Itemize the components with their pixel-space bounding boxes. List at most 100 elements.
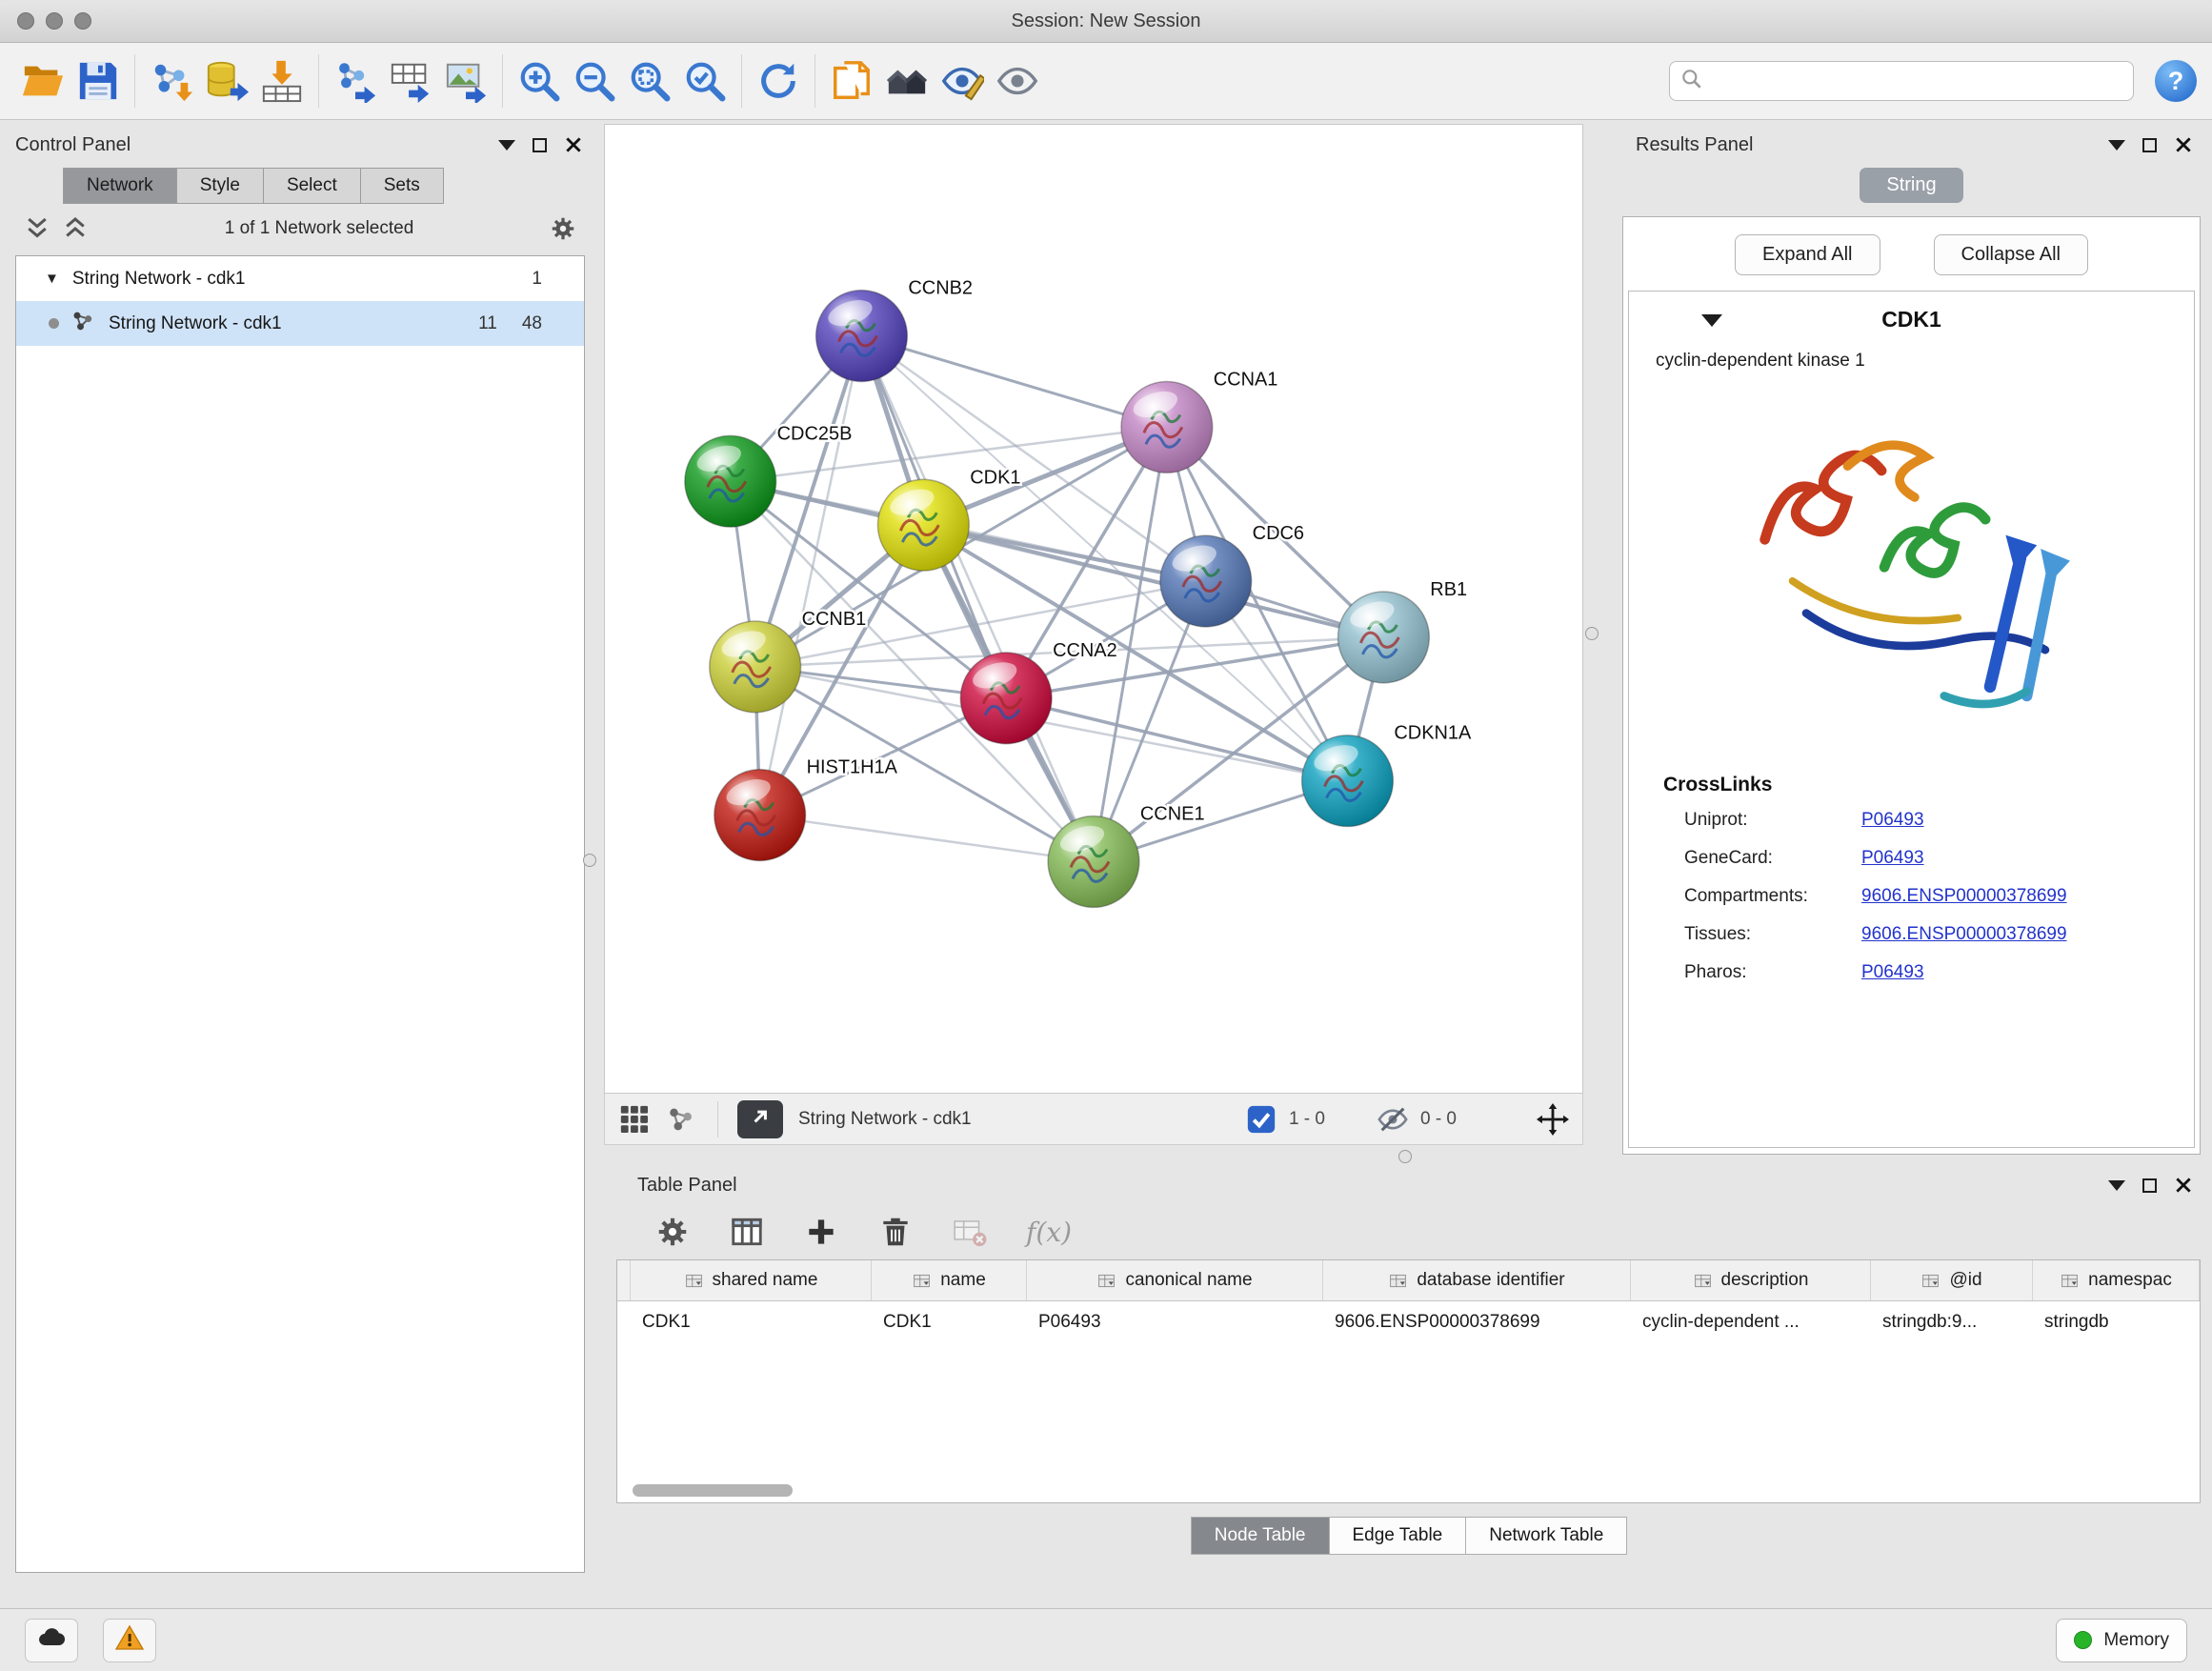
tab-network-table[interactable]: Network Table (1465, 1517, 1627, 1555)
hidden-eye-slash-icon[interactable] (1377, 1103, 1409, 1136)
network-edge[interactable] (923, 525, 1383, 637)
network-edge[interactable] (760, 336, 862, 815)
table-options-button[interactable] (654, 1214, 691, 1250)
table-horizontal-scrollbar[interactable] (633, 1484, 793, 1497)
save-session-button[interactable] (70, 52, 126, 110)
tab-network[interactable]: Network (63, 168, 177, 204)
column-header--id[interactable]: @id (1871, 1260, 2033, 1300)
import-network-button[interactable] (144, 52, 199, 110)
minimize-window-button[interactable] (46, 12, 63, 30)
expand-all-button[interactable]: Expand All (1735, 234, 1880, 275)
network-node-HIST1H1A[interactable]: HIST1H1A (714, 757, 898, 861)
tab-string[interactable]: String (1860, 168, 1962, 203)
birdseye-grid-icon[interactable] (618, 1103, 651, 1136)
new-column-button[interactable] (803, 1214, 839, 1250)
table-panel: Table Panel f(x) shared namenamecanonica… (616, 1164, 2201, 1595)
column-header-description[interactable]: description (1631, 1260, 1871, 1300)
network-options-gear-icon[interactable] (549, 214, 577, 243)
tab-edge-table[interactable]: Edge Table (1329, 1517, 1467, 1555)
selected-checkbox-icon[interactable] (1245, 1103, 1277, 1136)
open-session-button[interactable] (15, 52, 70, 110)
tab-style[interactable]: Style (176, 168, 264, 204)
network-tree-root-row[interactable]: ▼ String Network - cdk1 1 (16, 256, 584, 301)
zoom-window-button[interactable] (74, 12, 91, 30)
style-eye-button[interactable] (935, 52, 990, 110)
export-network-button[interactable] (328, 52, 383, 110)
crosslinks-list: Uniprot:P06493GeneCard:P06493Compartment… (1684, 810, 2177, 983)
zoom-out-button[interactable] (567, 52, 622, 110)
control-panel-float-icon[interactable] (533, 138, 547, 152)
column-header-canonical-name[interactable]: canonical name (1027, 1260, 1323, 1300)
export-image-button[interactable] (438, 52, 493, 110)
string-home-button[interactable] (879, 52, 935, 110)
tab-sets[interactable]: Sets (360, 168, 444, 204)
collapse-all-chevrons-icon[interactable] (61, 214, 90, 243)
control-panel-close-icon[interactable] (564, 135, 583, 154)
crosslink-uniprot-link[interactable]: P06493 (1861, 810, 2177, 831)
node-layer: CCNB2CCNA1CDC25BCDK1CDC6RB1CCNB1CCNA2CDK… (685, 278, 1472, 908)
cloud-status-button[interactable] (25, 1619, 78, 1662)
view-eye-button[interactable] (990, 52, 1045, 110)
equation-builder-button[interactable]: f(x) (1026, 1217, 1072, 1248)
left-splitter-handle[interactable] (583, 854, 596, 867)
command-doc-button[interactable] (824, 52, 879, 110)
network-node-RB1[interactable]: RB1 (1337, 579, 1467, 683)
network-edge[interactable] (760, 815, 1094, 862)
expand-all-chevrons-icon[interactable] (23, 214, 51, 243)
close-window-button[interactable] (17, 12, 34, 30)
table-row[interactable]: CDK1CDK1P064939606.ENSP00000378699cyclin… (617, 1301, 2200, 1343)
collapse-all-button[interactable]: Collapse All (1934, 234, 2089, 275)
help-button[interactable]: ? (2155, 60, 2197, 102)
network-canvas[interactable]: CCNB2CCNA1CDC25BCDK1CDC6RB1CCNB1CCNA2CDK… (604, 124, 1583, 1094)
tree-expand-caret-icon[interactable]: ▼ (45, 271, 59, 287)
network-node-CCNA1[interactable]: CCNA1 (1121, 369, 1277, 473)
results-panel-menu-caret-icon[interactable] (2108, 140, 2125, 151)
bottom-splitter-handle[interactable] (1398, 1150, 1412, 1163)
import-table-button[interactable] (254, 52, 310, 110)
results-panel-float-icon[interactable] (2142, 138, 2157, 152)
zoom-selected-button[interactable] (677, 52, 733, 110)
export-table-button[interactable] (383, 52, 438, 110)
column-visibility-button[interactable] (729, 1214, 765, 1250)
toolbar-separator (318, 54, 319, 108)
delete-table-button[interactable] (877, 1214, 914, 1250)
crosslink-genecard-link[interactable]: P06493 (1861, 848, 2177, 869)
tab-node-table[interactable]: Node Table (1191, 1517, 1330, 1555)
table-panel-close-icon[interactable] (2174, 1176, 2193, 1195)
zoom-fit-button[interactable] (622, 52, 677, 110)
warning-status-button[interactable] (103, 1619, 156, 1662)
zoom-in-button[interactable] (512, 52, 567, 110)
network-share-toggle-icon[interactable] (666, 1103, 698, 1136)
memory-button[interactable]: Memory (2056, 1619, 2187, 1662)
crosslink-compartments-link[interactable]: 9606.ENSP00000378699 (1861, 886, 2177, 907)
control-panel-menu-caret-icon[interactable] (498, 140, 515, 151)
network-tree: ▼ String Network - cdk1 1 String Network… (15, 255, 585, 1573)
network-edge[interactable] (861, 336, 1094, 862)
external-arrow-icon (748, 1104, 773, 1135)
crosslink-tissues-link[interactable]: 9606.ENSP00000378699 (1861, 924, 2177, 945)
network-node-CCNB2[interactable]: CCNB2 (816, 278, 973, 382)
tab-select[interactable]: Select (263, 168, 361, 204)
network-node-CDK1[interactable]: CDK1 (877, 467, 1020, 571)
clear-column-button[interactable] (952, 1214, 988, 1250)
toolbar-separator (814, 54, 815, 108)
protein-collapse-caret-icon[interactable] (1701, 314, 1722, 327)
network-edge[interactable] (861, 336, 1166, 428)
apply-layout-button[interactable] (751, 52, 806, 110)
column-header-database-identifier[interactable]: database identifier (1323, 1260, 1631, 1300)
import-database-button[interactable] (199, 52, 254, 110)
network-tree-selected-row[interactable]: String Network - cdk1 11 48 (16, 301, 584, 346)
protein-description: cyclin-dependent kinase 1 (1656, 351, 2177, 372)
column-header-name[interactable]: name (872, 1260, 1027, 1300)
crosslink-pharos-link[interactable]: P06493 (1861, 962, 2177, 983)
pan-crosshair-icon[interactable] (1537, 1103, 1569, 1136)
column-header-namespac[interactable]: namespac (2033, 1260, 2200, 1300)
right-splitter-handle[interactable] (1585, 627, 1599, 640)
search-input[interactable] (1704, 70, 2123, 92)
table-panel-float-icon[interactable] (2142, 1178, 2157, 1193)
table-panel-menu-caret-icon[interactable] (2108, 1180, 2125, 1191)
network-node-CCNB1[interactable]: CCNB1 (710, 609, 866, 713)
results-panel-close-icon[interactable] (2174, 135, 2193, 154)
open-external-button[interactable] (737, 1100, 783, 1138)
column-header-shared-name[interactable]: shared name (631, 1260, 872, 1300)
